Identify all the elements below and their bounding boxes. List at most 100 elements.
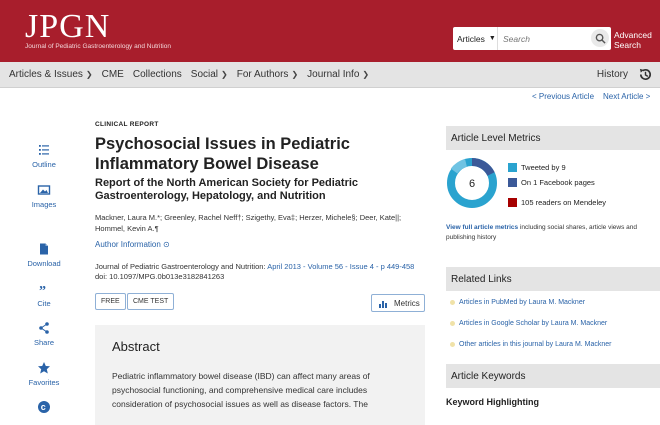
journal-name: Journal of Pediatric Gastroenterology an…	[95, 262, 268, 271]
free-badge: FREE	[95, 293, 126, 310]
related-link-label: Other articles in this journal by Laura …	[459, 341, 612, 348]
bullet-icon	[450, 321, 455, 326]
article-doi: doi: 10.1097/MPG.0b013e3182841263	[95, 272, 225, 281]
bullet-icon	[450, 342, 455, 347]
nav-articles-issues[interactable]: Articles & Issues ❯	[9, 69, 93, 80]
tool-download[interactable]: Download	[18, 242, 70, 268]
altmetric-twitter-label: Tweeted by 9	[521, 163, 566, 172]
previous-article-link[interactable]: < Previous Article	[532, 92, 594, 101]
article-title: Psychosocial Issues in Pediatric Inflamm…	[95, 135, 350, 173]
altmetric-donut[interactable]: 6	[446, 157, 498, 209]
quote-icon: ”	[39, 284, 46, 296]
search-input[interactable]	[498, 28, 588, 49]
abstract-text: Pediatric inflammatory bowel disease (IB…	[112, 371, 370, 409]
search-icon	[595, 33, 606, 44]
chevron-circle-down-icon: ⊙	[163, 240, 170, 249]
nav-journal-info[interactable]: Journal Info ❯	[307, 69, 369, 80]
article-keywords-heading: Article Keywords	[446, 364, 660, 388]
issue-link[interactable]: April 2013 - Volume 56 - Issue 4 - p 449…	[267, 262, 414, 271]
tool-permissions[interactable]: c	[18, 400, 70, 417]
related-link[interactable]: Other articles in this journal by Laura …	[450, 341, 612, 348]
nav-collections[interactable]: Collections	[133, 69, 182, 80]
twitter-swatch	[508, 163, 517, 172]
tool-share[interactable]: Share	[18, 321, 70, 347]
star-icon	[38, 362, 50, 374]
keyword-highlighting-label: Keyword Highlighting	[446, 397, 539, 407]
abstract-panel: Abstract Pediatric inflammatory bowel di…	[95, 325, 425, 425]
search-scope-select[interactable]: Articles ▼	[453, 27, 498, 50]
related-links-heading: Related Links	[446, 267, 660, 291]
nav-label: Articles & Issues	[9, 69, 83, 80]
search-box: Articles ▼	[453, 27, 611, 50]
caret-down-icon: ▼	[488, 35, 496, 42]
journal-logo[interactable]: JPGN Journal of Pediatric Gastroenterolo…	[25, 8, 171, 51]
chevron-down-icon: ❯	[362, 70, 370, 79]
nav-label: For Authors	[236, 69, 289, 80]
metrics-button[interactable]: Metrics	[371, 294, 425, 312]
svg-text:c: c	[41, 402, 46, 412]
download-icon	[40, 243, 48, 255]
tool-label: Images	[31, 200, 57, 209]
tool-cite[interactable]: ” Cite	[18, 282, 70, 308]
tool-label: Favorites	[28, 378, 60, 387]
history-icon[interactable]	[638, 67, 653, 82]
article-authors: Mackner, Laura M.*; Greenley, Rachel Nef…	[95, 213, 402, 233]
nav-label: Journal Info	[307, 69, 360, 80]
site-header: JPGN Journal of Pediatric Gastroenterolo…	[0, 0, 660, 62]
bullet-icon	[450, 300, 455, 305]
tool-images[interactable]: Images	[18, 183, 70, 209]
share-icon	[39, 322, 49, 334]
next-article-link[interactable]: Next Article >	[603, 92, 650, 101]
nav-social[interactable]: Social ❯	[191, 69, 228, 80]
view-full-metrics-link[interactable]: View full article metrics	[446, 224, 518, 231]
chevron-down-icon: ❯	[291, 70, 299, 79]
nav-cme[interactable]: CME	[102, 69, 124, 80]
altmetric-score: 6	[469, 178, 475, 190]
outline-icon	[39, 145, 49, 155]
logo-subtitle: Journal of Pediatric Gastroenterology an…	[25, 43, 171, 50]
related-link[interactable]: Articles in PubMed by Laura M. Mackner	[450, 299, 585, 306]
facebook-swatch	[508, 178, 517, 187]
related-link-label: Articles in Google Scholar by Laura M. M…	[459, 320, 608, 327]
mendeley-swatch	[508, 198, 517, 207]
altmetric-twitter[interactable]: Tweeted by 9	[508, 163, 566, 172]
cme-test-badge[interactable]: CME TEST	[127, 293, 175, 310]
altmetric-facebook[interactable]: On 1 Facebook pages	[508, 178, 595, 187]
related-link[interactable]: Articles in Google Scholar by Laura M. M…	[450, 320, 607, 327]
article-subtitle: Report of the North American Society for…	[95, 177, 359, 202]
advanced-search-link[interactable]: Advanced Search	[614, 30, 652, 50]
tool-label: Share	[33, 338, 54, 347]
search-scope-label: Articles	[457, 33, 485, 44]
related-link-label: Articles in PubMed by Laura M. Mackner	[459, 299, 586, 306]
tool-label: Cite	[37, 299, 51, 308]
main-nav: Articles & Issues ❯ CME Collections Socia…	[0, 62, 660, 88]
tool-label: Download	[27, 259, 61, 268]
altmetric-mendeley-label: 105 readers on Mendeley	[521, 198, 607, 207]
journal-citation: Journal of Pediatric Gastroenterology an…	[95, 262, 435, 282]
advanced-search-line1: Advanced	[614, 30, 652, 40]
tool-outline[interactable]: Outline	[18, 143, 70, 169]
images-icon	[37, 185, 51, 195]
article-section-label: CLINICAL REPORT	[95, 121, 159, 128]
article-metrics-heading: Article Level Metrics	[446, 126, 660, 150]
altmetric-mendeley[interactable]: 105 readers on Mendeley	[508, 198, 606, 207]
abstract-heading: Abstract	[112, 339, 160, 354]
nav-label: Collections	[132, 69, 182, 80]
view-full-metrics: View full article metrics including soci…	[446, 223, 656, 243]
advanced-search-line2: Search	[614, 40, 641, 50]
author-information-toggle[interactable]: Author Information ⊙	[95, 240, 170, 249]
search-button[interactable]	[591, 29, 609, 47]
author-info-label: Author Information	[95, 240, 161, 249]
chevron-down-icon: ❯	[85, 70, 93, 79]
svg-text:”: ”	[39, 284, 46, 296]
nav-label: CME	[101, 69, 124, 80]
logo-text: JPGN	[25, 8, 111, 45]
chevron-down-icon: ❯	[221, 70, 228, 79]
nav-history[interactable]: History	[597, 69, 628, 80]
bar-chart-icon	[379, 301, 387, 308]
tool-label: Outline	[32, 160, 56, 169]
nav-for-authors[interactable]: For Authors ❯	[237, 69, 298, 80]
tool-favorites[interactable]: Favorites	[18, 361, 70, 387]
metrics-label: Metrics	[394, 298, 420, 308]
altmetric-facebook-label: On 1 Facebook pages	[521, 178, 595, 187]
